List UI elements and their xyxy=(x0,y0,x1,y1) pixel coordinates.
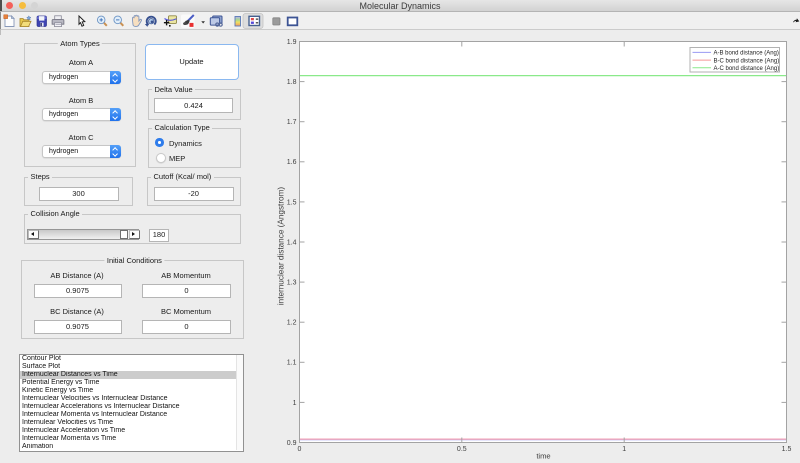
svg-text:1.6: 1.6 xyxy=(287,159,297,166)
svg-text:0: 0 xyxy=(298,446,302,453)
svg-text:0.5: 0.5 xyxy=(457,446,467,453)
svg-text:time: time xyxy=(536,452,550,461)
svg-text:0.9: 0.9 xyxy=(287,440,297,447)
svg-text:A-C bond distance (Ang): A-C bond distance (Ang) xyxy=(714,66,780,72)
svg-text:1: 1 xyxy=(293,400,297,407)
svg-text:1.9: 1.9 xyxy=(287,39,297,46)
svg-text:1.2: 1.2 xyxy=(287,320,297,327)
svg-text:1.7: 1.7 xyxy=(287,119,297,126)
svg-text:B-C bond distance (Ang): B-C bond distance (Ang) xyxy=(714,58,780,64)
svg-text:1: 1 xyxy=(622,446,626,453)
svg-text:1.5: 1.5 xyxy=(287,199,297,206)
svg-text:1.3: 1.3 xyxy=(287,280,297,287)
svg-text:internuclear distance (Angstro: internuclear distance (Angstrom) xyxy=(277,187,286,306)
svg-text:1.1: 1.1 xyxy=(287,360,297,367)
svg-text:1.5: 1.5 xyxy=(782,446,792,453)
svg-text:A-B bond distance (Ang): A-B bond distance (Ang) xyxy=(714,51,779,57)
svg-text:1.8: 1.8 xyxy=(287,79,297,86)
svg-text:1.4: 1.4 xyxy=(287,239,297,246)
